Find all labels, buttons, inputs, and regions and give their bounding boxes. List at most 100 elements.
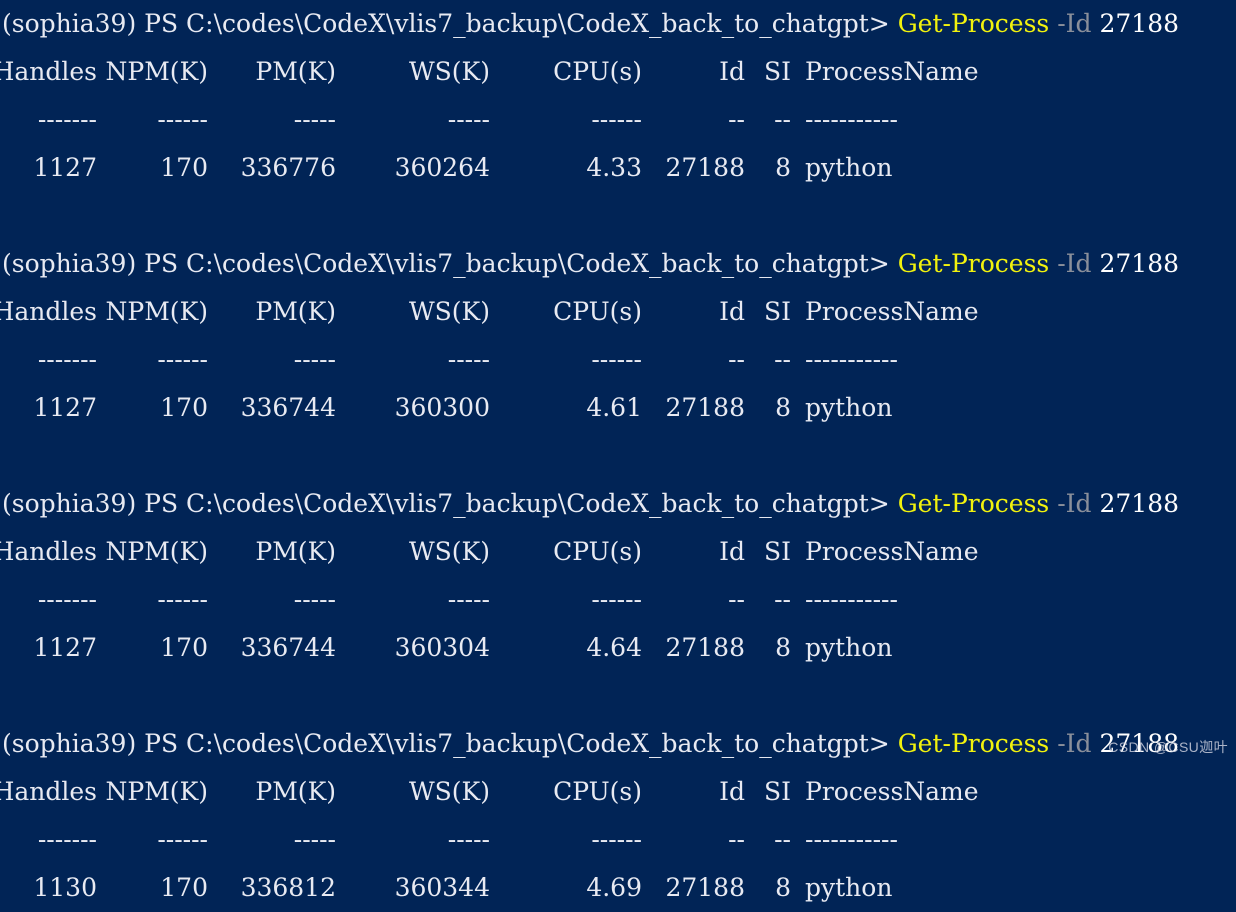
table-header-cell: Id	[719, 777, 745, 806]
table-header-cell: ProcessName	[805, 57, 979, 86]
table-rule-cell: ------	[591, 105, 642, 134]
table-header-cell: ProcessName	[805, 537, 979, 566]
table-header-cell: ProcessName	[805, 777, 979, 806]
table-header-cell: Id	[719, 57, 745, 86]
table-cell: 27188	[665, 153, 745, 182]
table-cell: 1127	[33, 393, 97, 422]
command-name: Get-Process	[897, 249, 1050, 278]
table-header-cell: Id	[719, 537, 745, 566]
table-cell: python	[805, 393, 893, 422]
table-rule-row: ------- ------ ----- ----- ------ -- -- -------…	[0, 576, 1236, 624]
table-rule-cell: -----	[447, 105, 490, 134]
table-rule-cell: ------	[591, 825, 642, 854]
table-header-cell: SI	[763, 297, 791, 326]
table-header-row: Handles NPM(K) PM(K) WS(K) CPU(s) Id SI Process…	[0, 528, 1236, 576]
table-cell: 1130	[33, 873, 97, 902]
table-rule-cell: ------	[157, 105, 208, 134]
command-parameter: -Id	[1057, 9, 1092, 38]
prompt-line: (sophia39) PS C:\codes\CodeX\vlis7_backu…	[0, 240, 1236, 288]
table-rule-row: ------- ------ ----- ----- ------ -- -- -------…	[0, 816, 1236, 864]
table-header-row: Handles NPM(K) PM(K) WS(K) CPU(s) Id SI Process…	[0, 768, 1236, 816]
table-cell: 336812	[240, 873, 336, 902]
table-rule-cell: -------	[37, 825, 97, 854]
table-header-cell: NPM(K)	[105, 297, 208, 326]
table-row: 1127 170 336744 360300 4.61 27188 8 python	[0, 384, 1236, 432]
table-cell: 27188	[665, 393, 745, 422]
table-cell: 360264	[394, 153, 490, 182]
table-rule-cell: -------	[37, 345, 97, 374]
table-header-cell: SI	[763, 57, 791, 86]
table-header-cell: Handles	[0, 57, 97, 86]
table-rule-cell: -----	[447, 825, 490, 854]
table-cell: 4.61	[586, 393, 642, 422]
table-header-cell: SI	[763, 777, 791, 806]
table-header-cell: CPU(s)	[553, 297, 642, 326]
table-header-cell: WS(K)	[408, 537, 490, 566]
command-argument: 27188	[1099, 489, 1180, 518]
table-cell: 1127	[33, 633, 97, 662]
table-cell: 27188	[665, 873, 745, 902]
table-cell: 4.64	[586, 633, 642, 662]
table-rule-cell: -----	[293, 825, 336, 854]
table-cell: 360304	[394, 633, 490, 662]
table-rule-cell: --	[728, 825, 745, 854]
table-header-cell: WS(K)	[408, 57, 490, 86]
table-cell: 27188	[665, 633, 745, 662]
table-rule-cell: -----	[293, 345, 336, 374]
table-cell: 170	[160, 393, 208, 422]
table-header-cell: SI	[763, 537, 791, 566]
prompt-line: (sophia39) PS C:\codes\CodeX\vlis7_backu…	[0, 480, 1236, 528]
table-header-cell: CPU(s)	[553, 57, 642, 86]
prompt-prefix: (sophia39) PS C:\codes\CodeX\vlis7_backu…	[2, 9, 898, 38]
console-output: (sophia39) PS C:\codes\CodeX\vlis7_backu…	[0, 0, 1236, 912]
table-header-cell: Id	[719, 297, 745, 326]
table-rule-cell: -----	[447, 345, 490, 374]
table-row: 1127 170 336776 360264 4.33 27188 8 python	[0, 144, 1236, 192]
table-header-cell: PM(K)	[255, 297, 336, 326]
table-header-cell: NPM(K)	[105, 57, 208, 86]
table-row: 1130 170 336812 360344 4.69 27188 8 python	[0, 864, 1236, 912]
table-cell: 8	[775, 153, 791, 182]
command-space	[1049, 249, 1057, 278]
table-header-cell: NPM(K)	[105, 537, 208, 566]
table-rule-row: ------- ------ ----- ----- ------ -- -- -------…	[0, 96, 1236, 144]
table-header-cell: ProcessName	[805, 297, 979, 326]
table-cell: 336744	[240, 633, 336, 662]
powershell-terminal[interactable]: (sophia39) PS C:\codes\CodeX\vlis7_backu…	[0, 0, 1236, 902]
table-header-cell: NPM(K)	[105, 777, 208, 806]
table-header-cell: CPU(s)	[553, 537, 642, 566]
table-rule-cell: -------	[37, 105, 97, 134]
table-rule-cell: -----------	[805, 345, 898, 374]
command-parameter: -Id	[1057, 249, 1092, 278]
command-name: Get-Process	[897, 9, 1050, 38]
table-rule-cell: --	[774, 105, 791, 134]
table-header-cell: PM(K)	[255, 777, 336, 806]
table-cell: 8	[775, 873, 791, 902]
prompt-line: (sophia39) PS C:\codes\CodeX\vlis7_backu…	[0, 720, 1236, 768]
table-cell: 170	[160, 873, 208, 902]
block-separator	[0, 192, 1236, 240]
table-rule-cell: --	[774, 825, 791, 854]
table-cell: 8	[775, 633, 791, 662]
table-cell: python	[805, 633, 893, 662]
table-rule-cell: -----------	[805, 585, 898, 614]
table-rule-cell: --	[774, 585, 791, 614]
table-rule-cell: ------	[157, 825, 208, 854]
table-header-cell: WS(K)	[408, 297, 490, 326]
table-rule-cell: -----------	[805, 105, 898, 134]
table-rule-cell: -----	[293, 585, 336, 614]
table-rule-cell: ------	[591, 585, 642, 614]
table-header-cell: PM(K)	[255, 57, 336, 86]
prompt-prefix: (sophia39) PS C:\codes\CodeX\vlis7_backu…	[2, 489, 898, 518]
table-cell: 4.69	[586, 873, 642, 902]
command-space	[1049, 489, 1057, 518]
table-header-cell: Handles	[0, 777, 97, 806]
table-header-cell: PM(K)	[255, 537, 336, 566]
command-parameter: -Id	[1057, 489, 1092, 518]
command-argument: 27188	[1099, 9, 1180, 38]
table-header-cell: Handles	[0, 537, 97, 566]
table-rule-row: ------- ------ ----- ----- ------ -- -- -------…	[0, 336, 1236, 384]
table-cell: 336744	[240, 393, 336, 422]
table-cell: 360344	[394, 873, 490, 902]
table-header-cell: Handles	[0, 297, 97, 326]
